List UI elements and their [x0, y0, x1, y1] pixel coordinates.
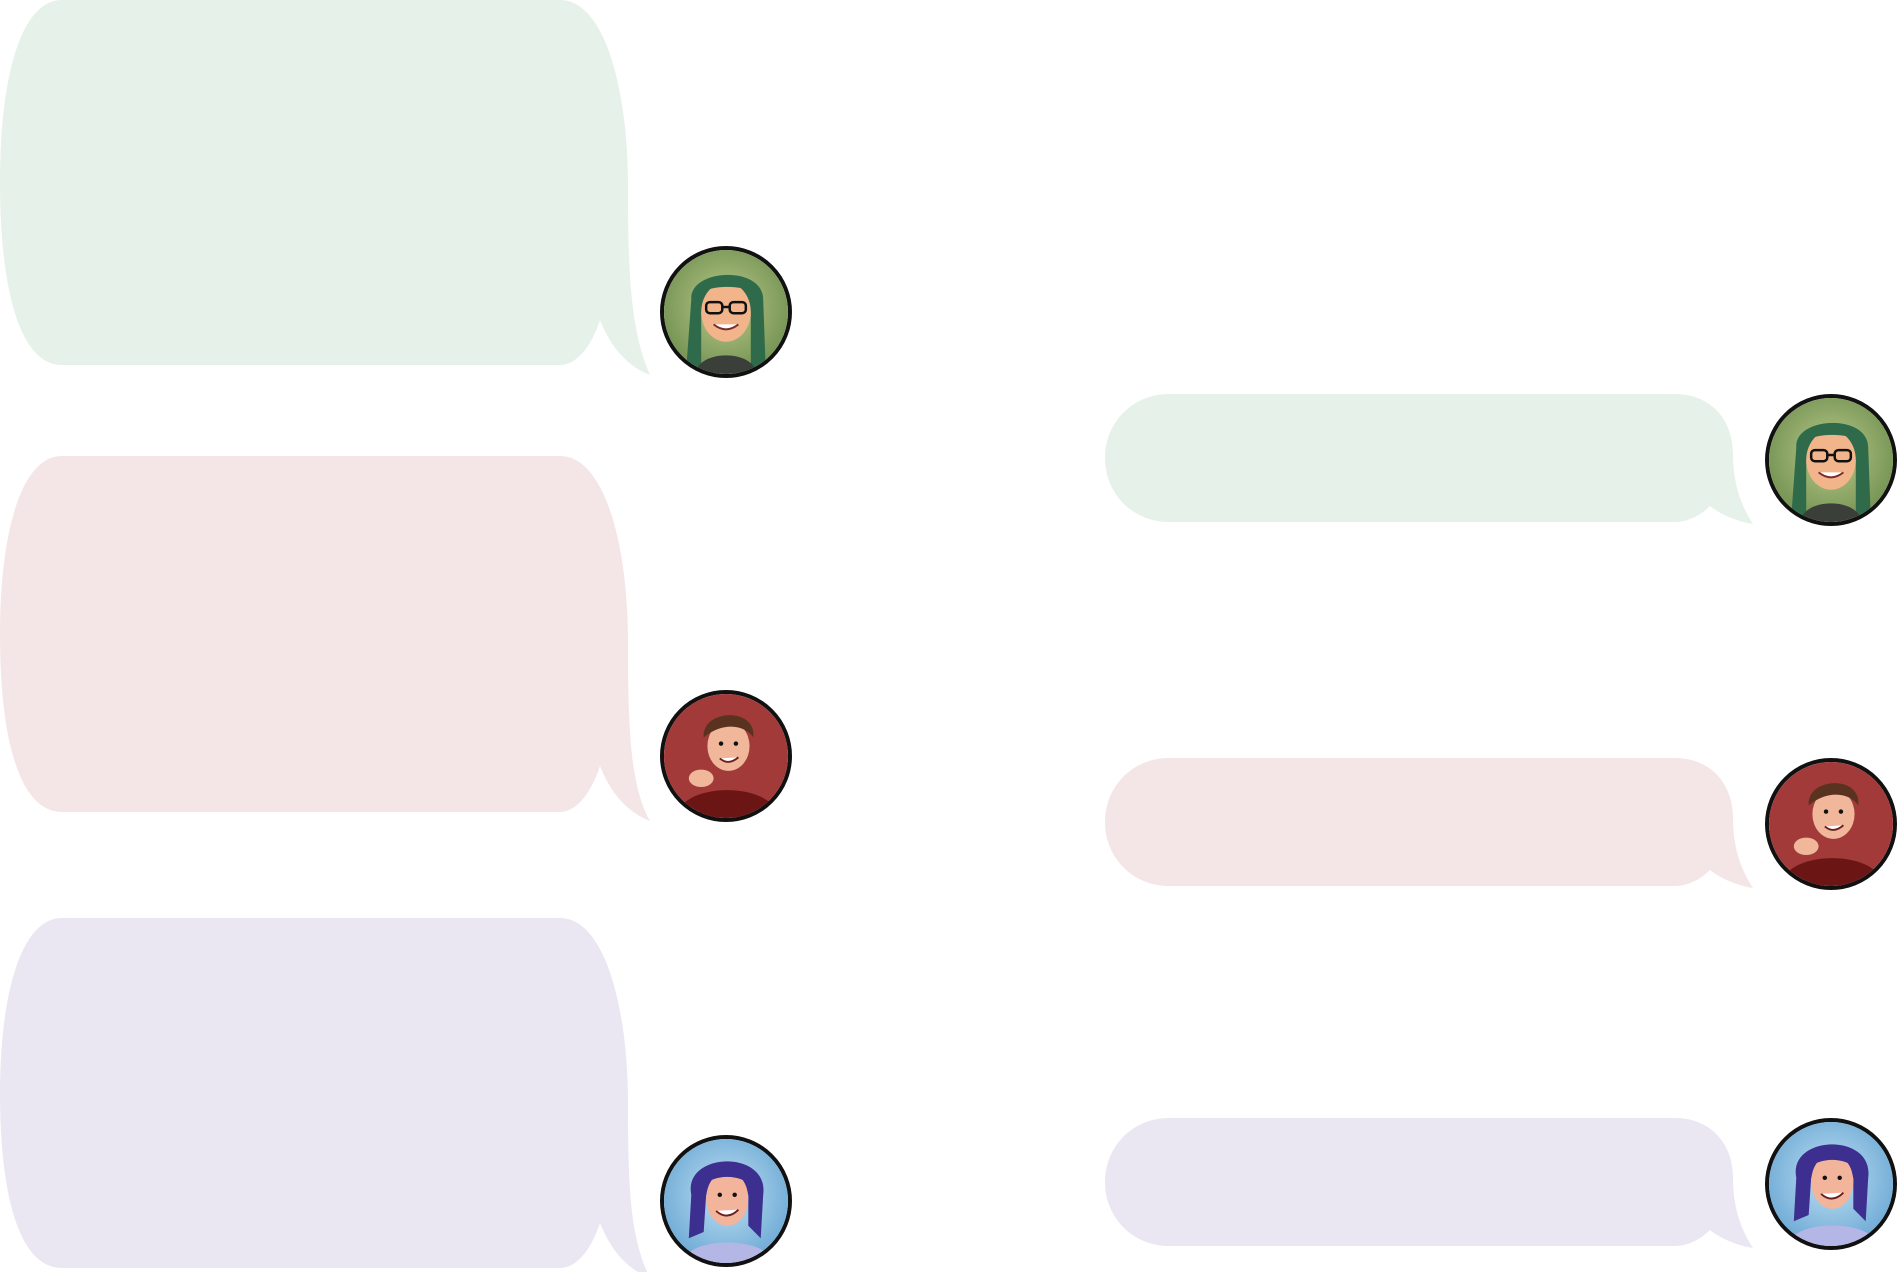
avatar-purple-hair-blue-icon [1765, 1118, 1897, 1250]
avatar-green-glasses-icon [660, 246, 792, 378]
small-red-speech-bubble [1105, 758, 1753, 888]
avatar-brown-hair-red-icon [660, 690, 792, 822]
avatar-green-glasses-icon [1765, 394, 1897, 526]
small-purple-speech-bubble [1105, 1118, 1753, 1248]
avatar-brown-hair-red-icon [1765, 758, 1897, 890]
large-green-speech-bubble [0, 0, 650, 375]
large-red-speech-bubble [0, 456, 650, 821]
small-green-speech-bubble [1105, 394, 1753, 524]
large-purple-speech-bubble [0, 918, 648, 1272]
avatar-purple-hair-blue-icon [660, 1135, 792, 1267]
speech-bubble-canvas [0, 0, 1898, 1272]
